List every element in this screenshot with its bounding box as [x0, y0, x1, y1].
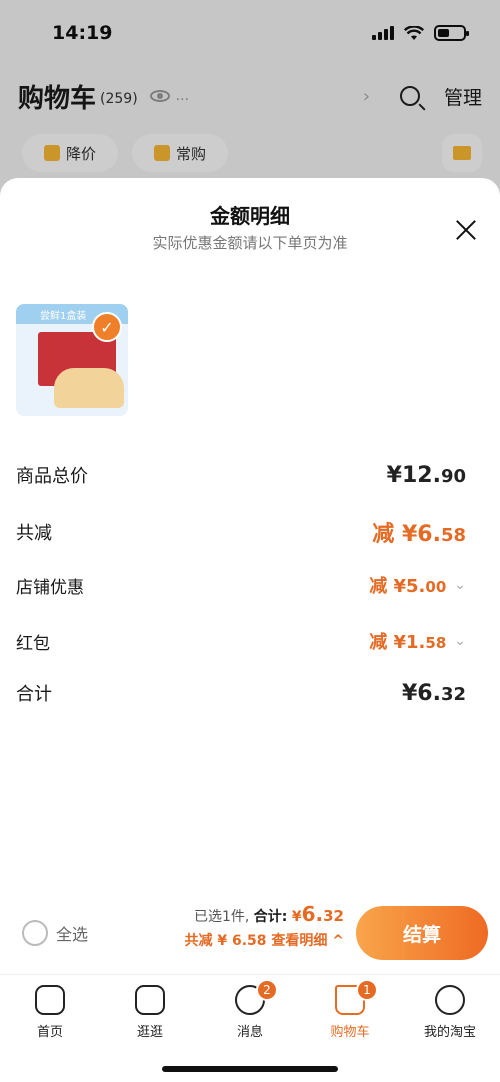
row-amount: 减 ¥1.58: [369, 632, 447, 653]
row-amount: ¥12.90: [386, 462, 466, 488]
chevron-down-icon: ⌄: [454, 577, 466, 593]
tab-label: 逛逛: [136, 1025, 163, 1040]
sheet-subtitle: 实际优惠金额请以下单页为准: [152, 234, 348, 252]
tab-bar: 首页 逛逛 2 消息 1 购物车 我的淘宝: [0, 974, 500, 1082]
select-all-label: 全选: [56, 925, 89, 944]
checkout-bar: 全选 已选1件, 合计: ¥6.32 共减 ¥ 6.58 查看明细 ^ 结算: [0, 896, 500, 972]
total-label: 合计:: [253, 909, 288, 925]
tab-home[interactable]: 首页: [0, 975, 100, 1082]
row-store-discount[interactable]: 店铺优惠 减 ¥5.00 ⌄: [16, 572, 466, 598]
row-label: 店铺优惠: [16, 577, 84, 598]
row-label: 共减: [16, 523, 52, 544]
tab-label: 首页: [36, 1025, 63, 1040]
row-label: 商品总价: [16, 466, 88, 487]
tab-profile[interactable]: 我的淘宝: [400, 975, 500, 1082]
product-biscuits-image: [54, 368, 124, 408]
order-summary: 已选1件, 合计: ¥6.32 共减 ¥ 6.58 查看明细 ^: [184, 902, 344, 950]
total-amount: ¥6.32: [291, 902, 344, 926]
discount-summary: 共减 ¥ 6.58: [184, 933, 267, 949]
row-amount: 减 ¥5.00: [369, 576, 447, 597]
browse-icon: [135, 985, 165, 1015]
row-label: 红包: [16, 633, 50, 654]
row-amount: 减 ¥6.58: [372, 522, 466, 547]
row-total-discount: 共减 减 ¥6.58: [16, 516, 466, 548]
messages-badge: 2: [256, 979, 278, 1001]
tab-label: 购物车: [330, 1025, 370, 1040]
row-red-packet[interactable]: 红包 减 ¥1.58 ⌄: [16, 628, 466, 654]
checkout-button[interactable]: 结算: [356, 906, 488, 960]
view-detail-link[interactable]: 查看明细 ^: [271, 933, 344, 949]
home-icon: [35, 985, 65, 1015]
cart-badge: 1: [356, 979, 378, 1001]
home-indicator: [162, 1066, 338, 1072]
chevron-down-icon: ⌄: [454, 633, 466, 649]
row-grand-total: 合计 ¥6.32: [16, 680, 466, 706]
tab-label: 消息: [236, 1025, 263, 1040]
sheet-title: 金额明细: [210, 204, 290, 228]
row-amount: ¥6.32: [401, 680, 466, 706]
row-goods-total: 商品总价 ¥12.90: [16, 462, 466, 488]
row-label: 合计: [16, 684, 52, 705]
tab-label: 我的淘宝: [423, 1025, 476, 1040]
check-icon: ✓: [92, 312, 122, 342]
select-all-radio[interactable]: [22, 920, 48, 946]
close-icon[interactable]: [454, 218, 478, 242]
profile-icon: [435, 985, 465, 1015]
selected-count: 已选1件,: [193, 909, 250, 925]
select-all[interactable]: 全选: [22, 920, 88, 946]
